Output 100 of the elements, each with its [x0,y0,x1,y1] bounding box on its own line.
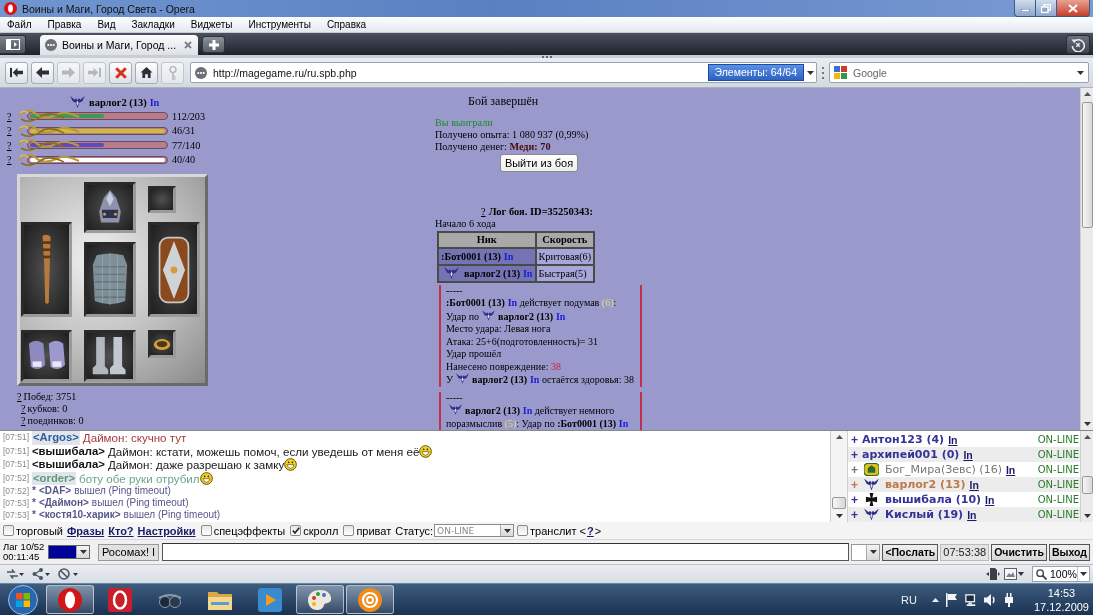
chat-nick[interactable]: <Argos> [32,431,80,445]
info-link[interactable]: In [618,417,629,429]
help-link[interactable]: ? [481,205,486,217]
home-button[interactable] [135,61,158,84]
checkbox[interactable] [343,525,355,536]
taskbar-button[interactable] [46,585,94,614]
elements-badge[interactable]: Элементы: 64/64 [707,64,804,81]
add-link[interactable]: + [848,507,862,522]
show-hidden-icon[interactable] [931,597,939,602]
info-link[interactable]: In [555,310,566,322]
image-menu-icon[interactable] [1004,568,1024,580]
add-link[interactable]: + [848,462,862,477]
equipment-slot[interactable] [84,330,136,382]
document-icon[interactable] [986,568,1000,580]
caret-icon[interactable] [807,70,814,75]
scroll-thumb[interactable] [1081,102,1093,228]
add-link[interactable]: + [848,492,862,507]
menu-item[interactable]: Вид [96,17,117,32]
menu-item[interactable]: Справка [325,17,368,32]
option-link[interactable]: Настройки [137,524,196,537]
help-link[interactable]: ? [0,139,16,151]
speaker-icon[interactable] [983,592,996,607]
message-input[interactable] [162,543,850,561]
blocked-menu-icon[interactable] [58,568,78,580]
back-button[interactable] [31,61,54,84]
checkbox[interactable] [290,525,302,536]
close-tab-icon[interactable] [184,41,193,49]
menu-item[interactable]: Инструменты [247,17,312,32]
user-row[interactable]: + вышибала (10) In ON-LINE [848,492,1080,507]
flag-icon[interactable] [945,592,958,607]
help-link[interactable]: ? [0,154,16,166]
help-link[interactable]: ? [586,524,594,537]
chat-nick[interactable]: <Даймон> [38,497,89,509]
closed-tabs-button[interactable] [1066,35,1090,54]
option-link[interactable]: Фразы [66,524,105,537]
equipment-slot[interactable] [148,222,200,317]
option-link[interactable]: Кто? [108,524,134,537]
search-field[interactable]: Google [829,62,1089,83]
info-link[interactable]: In [1005,463,1016,476]
user-row[interactable]: + Кислый (19) In ON-LINE [848,507,1080,522]
user-row[interactable]: + Бог_Мира(Зевс) (16) In ON-LINE [848,462,1080,477]
info-link[interactable]: In [963,448,973,461]
status-select[interactable]: ON-LINE [434,524,515,537]
menu-item[interactable]: Правка [46,17,83,32]
scroll-up-icon[interactable] [1083,92,1091,96]
rewind-button[interactable] [5,61,28,84]
chat-nick[interactable]: <вышибала> [32,458,105,472]
stop-button[interactable] [109,61,132,84]
equipment-slot[interactable] [84,242,136,317]
browser-tab[interactable]: Воины и Маги, Город ... [40,35,199,55]
smiley-select[interactable] [851,543,881,561]
share-menu-icon[interactable] [32,568,50,580]
close-button[interactable] [1057,0,1090,17]
checkbox[interactable] [200,525,212,536]
language-indicator[interactable]: RU [901,593,917,606]
equipment-slot[interactable] [21,330,72,382]
menu-item[interactable]: Закладки [130,17,176,32]
chat-nick[interactable]: <DAF> [38,485,72,497]
chat-action-button[interactable]: Очистить [991,543,1047,561]
taskbar-button[interactable] [346,585,394,614]
info-link[interactable]: In [967,508,977,521]
info-link[interactable]: In [985,493,995,506]
info-link[interactable]: In [149,96,160,108]
info-link[interactable]: In [529,374,540,385]
start-orb-icon[interactable] [8,584,38,615]
caret-icon[interactable] [1077,70,1084,75]
help-link[interactable]: ? [21,403,26,414]
scroll-up-icon[interactable] [835,435,843,439]
user-row[interactable]: + архипей001 (0) In ON-LINE [848,447,1080,462]
add-link[interactable]: + [848,447,862,462]
color-select[interactable] [48,545,90,559]
power-plug-icon[interactable] [1002,592,1015,607]
grip-icon[interactable] [541,55,552,58]
tray-time[interactable]: 14:53 [1047,585,1076,600]
scroll-down-icon[interactable] [1083,422,1091,426]
checkbox[interactable] [3,525,14,536]
equipment-slot[interactable] [148,330,176,358]
help-link[interactable]: ? [0,110,16,122]
chat-action-button[interactable]: Выход [1048,543,1090,561]
equipment-slot[interactable] [84,182,136,233]
equipment-slot[interactable] [148,186,176,213]
taskbar-button[interactable] [296,585,344,614]
info-link[interactable]: In [969,478,979,491]
info-link[interactable]: In [948,433,958,446]
network-icon[interactable] [964,592,977,607]
new-tab-button[interactable] [202,36,226,53]
minimize-button[interactable] [1014,0,1036,17]
chat-action-button[interactable]: <Послать [882,543,939,561]
panel-toggle-button[interactable] [0,35,26,54]
checkbox[interactable] [517,525,529,536]
add-link[interactable]: + [848,432,862,447]
chat-nick[interactable]: <вышибала> [32,444,105,458]
scroll-thumb[interactable] [1081,475,1093,494]
scroll-up-icon[interactable] [1083,435,1091,439]
exit-battle-button[interactable]: Выйти из боя [500,154,578,172]
tray-date[interactable]: 17.12.2009 [1033,599,1089,614]
menu-item[interactable]: Файл [6,17,33,32]
sync-menu-icon[interactable] [6,568,24,580]
zoom-select[interactable]: 100% [1032,566,1090,582]
equipment-slot[interactable] [21,222,72,317]
